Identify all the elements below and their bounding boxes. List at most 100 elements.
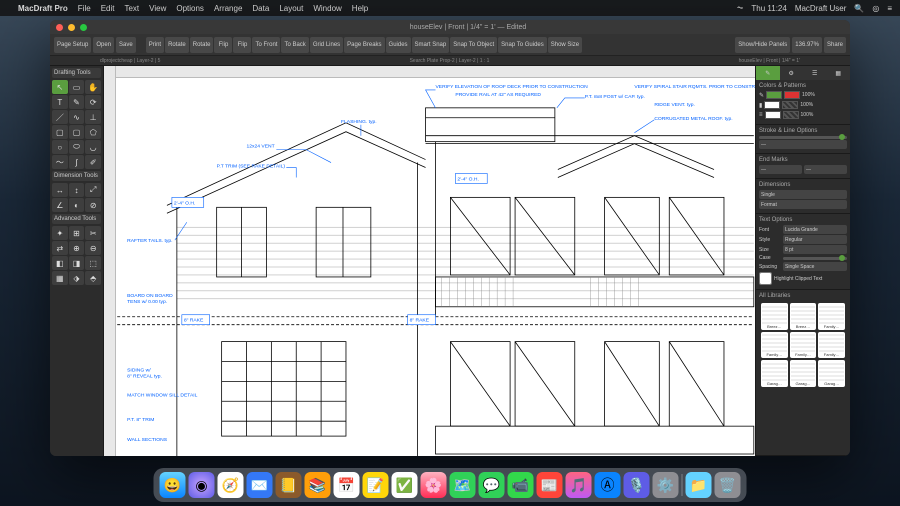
menu-file[interactable]: File <box>78 4 91 13</box>
bezier-tool[interactable]: ∫ <box>69 155 85 169</box>
library-item[interactable]: Family… <box>818 303 845 330</box>
snapguides-button[interactable]: Snap To Guides <box>498 37 547 53</box>
smartsnap-button[interactable]: Smart Snap <box>412 37 450 53</box>
line-tool[interactable]: ／ <box>52 110 68 124</box>
case-slider[interactable] <box>783 257 847 260</box>
dock-contacts[interactable]: 📒 <box>276 472 302 498</box>
spacing-field[interactable]: Single Space <box>783 262 847 271</box>
share-button[interactable]: Share <box>824 37 846 53</box>
arc-tool[interactable]: ◡ <box>85 140 101 154</box>
inspector-tab-4[interactable]: ▦ <box>827 66 851 80</box>
style-field[interactable]: Regular <box>783 235 847 244</box>
aligndim-tool[interactable]: ⤢ <box>85 183 101 197</box>
adv-3[interactable]: ✂ <box>85 226 101 240</box>
dock-appstore[interactable]: Ⓐ <box>595 472 621 498</box>
library-item[interactable]: Garag… <box>818 360 845 387</box>
adv-9[interactable]: ⬚ <box>85 256 101 270</box>
inspector-tab-properties[interactable]: ✎ <box>756 66 780 80</box>
menu-data[interactable]: Data <box>252 4 269 13</box>
library-item[interactable]: Garag… <box>790 360 817 387</box>
dock-facetime[interactable]: 📹 <box>508 472 534 498</box>
select-tool[interactable]: ↖ <box>52 80 68 94</box>
curve-tool[interactable]: 〜 <box>52 155 68 169</box>
save-button[interactable]: Save <box>116 37 136 53</box>
adv-1[interactable]: ✦ <box>52 226 68 240</box>
circle-tool[interactable]: ○ <box>52 140 68 154</box>
dock-safari[interactable]: 🧭 <box>218 472 244 498</box>
snapobject-button[interactable]: Snap To Object <box>450 37 497 53</box>
hdim-tool[interactable]: ↔ <box>52 183 68 197</box>
user-name[interactable]: MacDraft User <box>795 4 847 13</box>
menu-text[interactable]: Text <box>124 4 139 13</box>
stroke-weight-slider[interactable] <box>759 136 847 139</box>
page-setup-button[interactable]: Page Setup <box>54 37 91 53</box>
showsize-button[interactable]: Show Size <box>548 37 582 53</box>
vdim-tool[interactable]: ↕ <box>69 183 85 197</box>
swatch-red[interactable] <box>784 91 800 99</box>
dock-maps[interactable]: 🗺️ <box>450 472 476 498</box>
tofront-button[interactable]: To Front <box>252 37 280 53</box>
menu-help[interactable]: Help <box>352 4 368 13</box>
adv-8[interactable]: ◨ <box>69 256 85 270</box>
doc-tab-3[interactable]: houseElev | Front | 1/4" = 1' <box>739 58 800 64</box>
diamdim-tool[interactable]: ⊘ <box>85 198 101 212</box>
library-item[interactable]: Garag… <box>761 360 788 387</box>
adv-11[interactable]: ⬗ <box>69 271 85 285</box>
pagebreaks-button[interactable]: Page Breaks <box>344 37 384 53</box>
size-field[interactable]: 8 pt <box>783 245 847 254</box>
parallel-swatch[interactable] <box>765 111 781 119</box>
search-icon[interactable]: 🔍 <box>854 4 864 13</box>
inspector-tab-2[interactable]: ⚙ <box>780 66 804 80</box>
menu-layout[interactable]: Layout <box>279 4 303 13</box>
menu-options[interactable]: Options <box>176 4 204 13</box>
control-center-icon[interactable]: ◎ <box>872 4 879 13</box>
rotate-ccw-button[interactable]: Rotate <box>165 37 189 53</box>
flip-h-button[interactable]: Flip <box>214 37 232 53</box>
adv-10[interactable]: ▦ <box>52 271 68 285</box>
dock-news[interactable]: 📰 <box>537 472 563 498</box>
highlight-checkbox[interactable] <box>759 272 772 285</box>
dock-messages[interactable]: 💬 <box>479 472 505 498</box>
minimize-button[interactable] <box>68 24 75 31</box>
library-item[interactable]: Family… <box>818 332 845 359</box>
open-button[interactable]: Open <box>93 37 114 53</box>
dock-mail[interactable]: ✉️ <box>247 472 273 498</box>
angledim-tool[interactable]: ∠ <box>52 198 68 212</box>
rect-tool[interactable]: ▢ <box>52 125 68 139</box>
horizontal-ruler[interactable] <box>116 66 755 78</box>
libraries-title[interactable]: All Libraries <box>759 293 847 299</box>
dock-finder[interactable]: 😀 <box>160 472 186 498</box>
dim-mode[interactable]: Single <box>759 190 847 199</box>
dock-notes[interactable]: 📝 <box>363 472 389 498</box>
ellipse-tool[interactable]: ⬭ <box>69 140 85 154</box>
adv-12[interactable]: ⬘ <box>85 271 101 285</box>
polyline-tool[interactable]: ∿ <box>69 110 85 124</box>
print-button[interactable]: Print <box>146 37 164 53</box>
dock-siri[interactable]: ◉ <box>189 472 215 498</box>
dock-trash[interactable]: 🗑️ <box>715 472 741 498</box>
adv-7[interactable]: ◧ <box>52 256 68 270</box>
rotate-tool[interactable]: ⟳ <box>85 95 101 109</box>
drafting-tools-header[interactable]: Drafting Tools <box>52 68 101 78</box>
fullscreen-button[interactable] <box>80 24 87 31</box>
stroke-swatch[interactable] <box>766 91 782 99</box>
menu-edit[interactable]: Edit <box>101 4 115 13</box>
adv-2[interactable]: ⊞ <box>69 226 85 240</box>
dock-reminders[interactable]: ✅ <box>392 472 418 498</box>
rotate-cw-button[interactable]: Rotate <box>190 37 214 53</box>
library-item[interactable]: Family… <box>761 332 788 359</box>
fill-swatch[interactable] <box>764 101 780 109</box>
dock-music[interactable]: 🎵 <box>566 472 592 498</box>
gridlines-button[interactable]: Grid Lines <box>310 37 343 53</box>
adv-6[interactable]: ⊖ <box>85 241 101 255</box>
zoom-field[interactable]: 136.97% <box>792 37 822 53</box>
adv-5[interactable]: ⊕ <box>69 241 85 255</box>
dock-calendar[interactable]: 📅 <box>334 472 360 498</box>
end-mark-end[interactable]: — <box>804 165 847 174</box>
wifi-icon[interactable]: ⏦ <box>737 3 744 13</box>
library-item[interactable]: Breez… <box>790 303 817 330</box>
library-item[interactable]: Family… <box>790 332 817 359</box>
showhide-panels-button[interactable]: Show/Hide Panels <box>735 37 790 53</box>
guides-button[interactable]: Guides <box>386 37 411 53</box>
dimension-tools-header[interactable]: Dimension Tools <box>52 171 101 181</box>
